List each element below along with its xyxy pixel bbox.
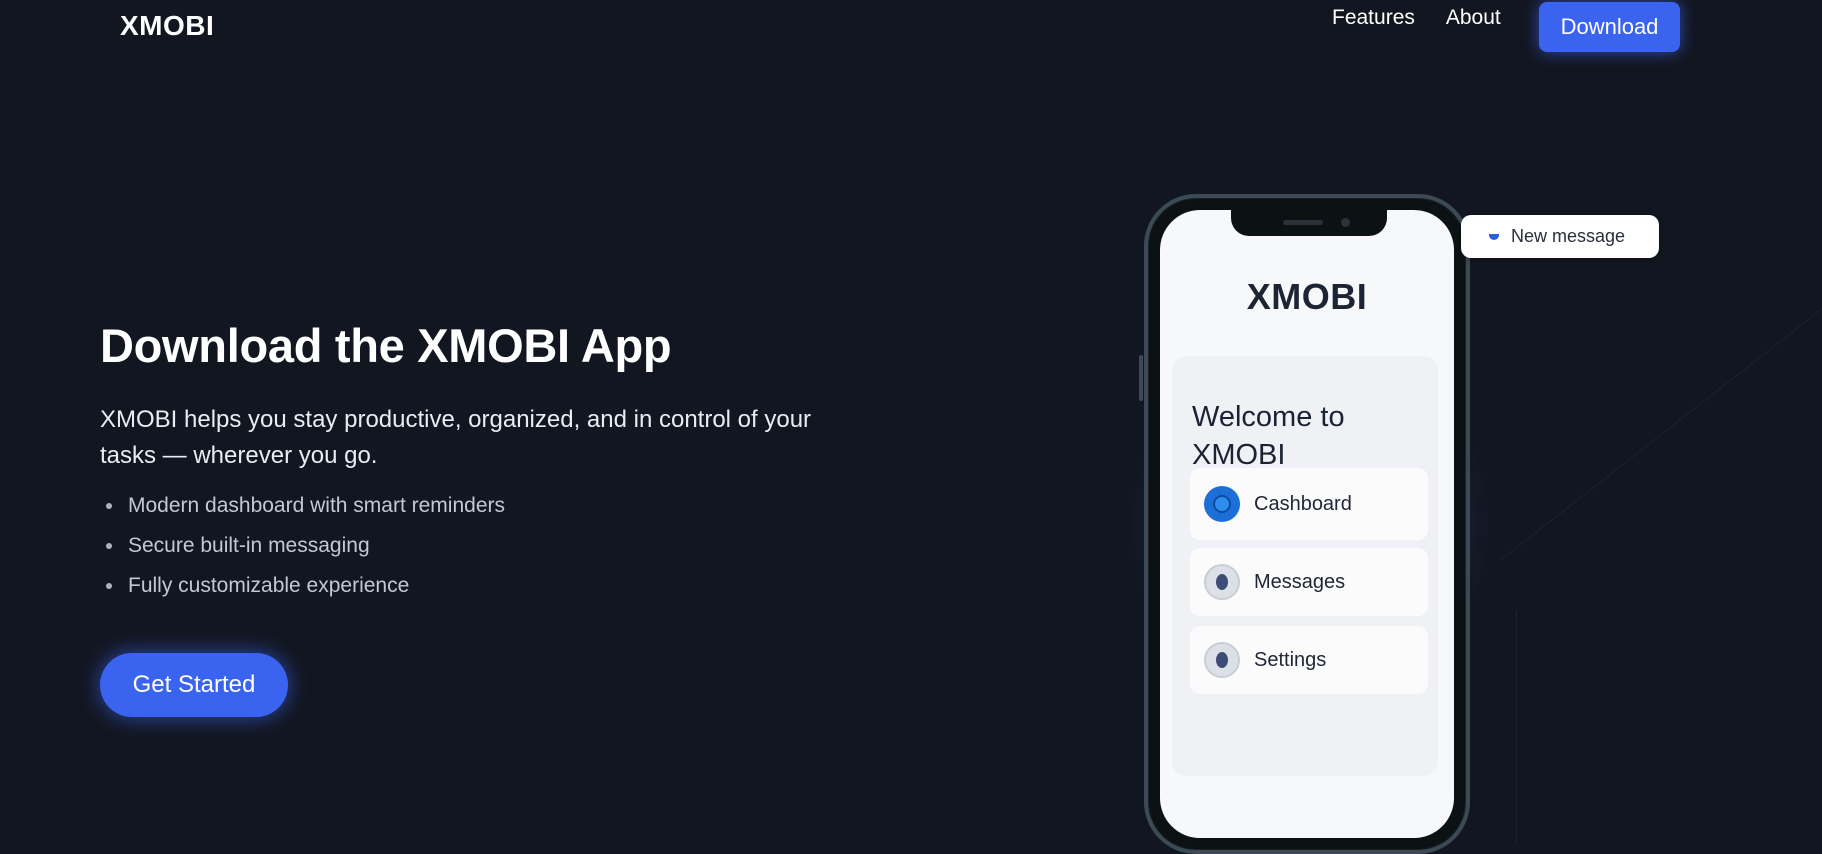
feature-text: Modern dashboard with smart reminders: [128, 494, 505, 517]
app-title: XMOBI: [1246, 276, 1368, 317]
feature-item: Secure built-in messaging: [104, 534, 505, 574]
bullet-icon: [106, 583, 112, 589]
phone-mockup: XMOBI Welcome to XMOBI Cashboard Message…: [1144, 194, 1470, 854]
menu-item-settings[interactable]: Settings: [1190, 626, 1428, 694]
menu-item-label: Settings: [1254, 648, 1327, 671]
notification-text: New message: [1511, 226, 1626, 246]
feature-list: Modern dashboard with smart reminders Se…: [104, 494, 505, 614]
nav-about-link[interactable]: About: [1446, 6, 1501, 30]
menu-item-messages[interactable]: Messages: [1190, 548, 1428, 616]
speaker-icon: [1283, 220, 1323, 225]
messages-icon: [1204, 564, 1240, 600]
welcome-text: Welcome to XMOBI: [1192, 401, 1345, 471]
new-message-notification[interactable]: New message: [1461, 215, 1659, 258]
feature-text: Fully customizable experience: [128, 574, 410, 597]
settings-icon: [1204, 642, 1240, 678]
phone-screen: XMOBI Welcome to XMOBI Cashboard Message…: [1160, 210, 1454, 838]
menu-item-dashboard[interactable]: Cashboard: [1190, 468, 1428, 540]
bullet-icon: [106, 503, 112, 509]
menu-item-label: Cashboard: [1254, 492, 1352, 515]
top-nav: Features About: [1332, 6, 1501, 30]
dashboard-icon: [1204, 486, 1240, 522]
bullet-icon: [106, 543, 112, 549]
feature-text: Secure built-in messaging: [128, 534, 370, 557]
hero-title: Download the XMOBI App: [100, 319, 672, 372]
feature-item: Fully customizable experience: [104, 574, 505, 614]
background-line-vertical: [1516, 610, 1517, 842]
camera-icon: [1341, 218, 1350, 227]
download-button[interactable]: Download: [1539, 2, 1680, 52]
background-line: [1499, 129, 1822, 561]
phone-side-button: [1139, 355, 1143, 401]
hero-description: XMOBI helps you stay productive, organiz…: [100, 406, 812, 469]
logo[interactable]: XMOBI: [120, 10, 214, 42]
menu-item-label: Messages: [1254, 570, 1346, 593]
phone-notch: [1231, 210, 1387, 236]
get-started-button[interactable]: Get Started: [100, 653, 288, 717]
nav-features-link[interactable]: Features: [1332, 6, 1415, 30]
message-icon: [1489, 232, 1499, 242]
feature-item: Modern dashboard with smart reminders: [104, 494, 505, 534]
